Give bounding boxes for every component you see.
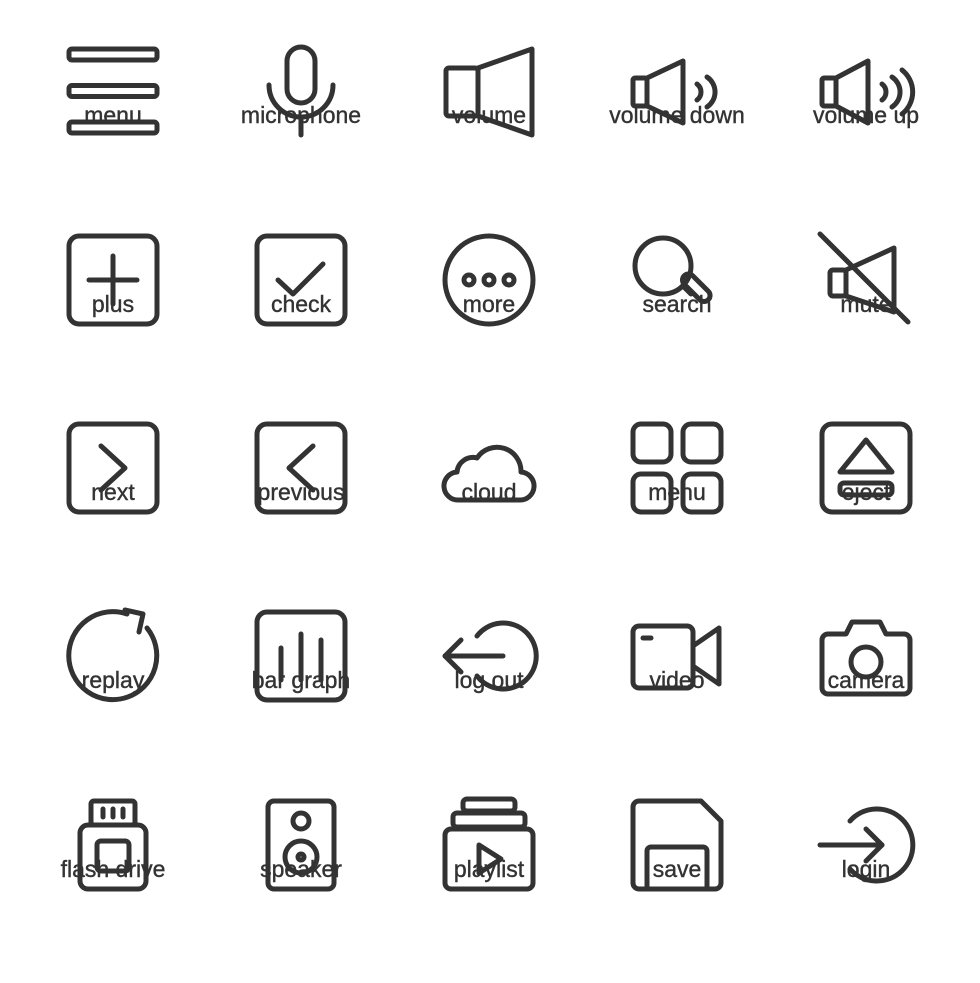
icon-cell-replay: replay (19, 606, 207, 794)
icon-cell-login: login (772, 795, 960, 983)
icon-label: playlist (453, 856, 525, 882)
icon-cell-flash-drive: flash drive (19, 795, 207, 983)
icon-cell-speaker: speaker (207, 795, 395, 983)
icon-label: plus (91, 291, 135, 317)
icon-label: mute (840, 291, 892, 317)
icon-cell-volume-up: volume up (772, 41, 960, 229)
icon-cell-eject: eject (772, 418, 960, 606)
icon-cell-more: more (395, 230, 583, 418)
icon-label: more (462, 291, 516, 317)
icon-cell-cloud: cloud (395, 418, 583, 606)
icon-cell-camera: camera (772, 606, 960, 794)
icon-label: cloud (461, 479, 517, 505)
icon-cell-check: check (207, 230, 395, 418)
icon-label: check (270, 291, 332, 317)
icon-label: replay (81, 667, 145, 693)
icon-label: volume down (609, 102, 745, 128)
icon-cell-volume: volume (395, 41, 583, 229)
icon-label: eject (841, 479, 891, 505)
icon-cell-menu-lines: menu (19, 41, 207, 229)
icon-label: previous (257, 479, 345, 505)
icon-cell-menu-grid: menu (583, 418, 771, 606)
icon-cell-mute: mute (772, 230, 960, 418)
icon-label: bar graph (251, 667, 351, 693)
icon-label: volume up (812, 102, 920, 128)
icon-label: login (841, 856, 891, 882)
icon-label: volume (451, 102, 527, 128)
icon-cell-save: save (583, 795, 771, 983)
icon-label: save (652, 856, 702, 882)
icon-cell-volume-down: volume down (583, 41, 771, 229)
icon-cell-search: search (583, 230, 771, 418)
icon-label: camera (827, 667, 905, 693)
icon-label: flash drive (60, 856, 166, 882)
icon-cell-previous: previous (207, 418, 395, 606)
icon-label: speaker (260, 856, 342, 882)
icon-cell-microphone: microphone (207, 41, 395, 229)
icon-cell-playlist: playlist (395, 795, 583, 983)
icon-label: next (91, 479, 135, 505)
icon-cell-plus: plus (19, 230, 207, 418)
icon-label: video (649, 667, 705, 693)
icon-label: menu (648, 479, 706, 505)
icon-label: menu (84, 102, 142, 128)
icon-label: log out (454, 667, 524, 693)
icon-cell-bar-graph: bar graph (207, 606, 395, 794)
icon-label: microphone (240, 102, 362, 128)
icon-cell-next: next (19, 418, 207, 606)
icon-cell-log-out: log out (395, 606, 583, 794)
icon-cell-video: video (583, 606, 771, 794)
icon-label: search (642, 291, 712, 317)
